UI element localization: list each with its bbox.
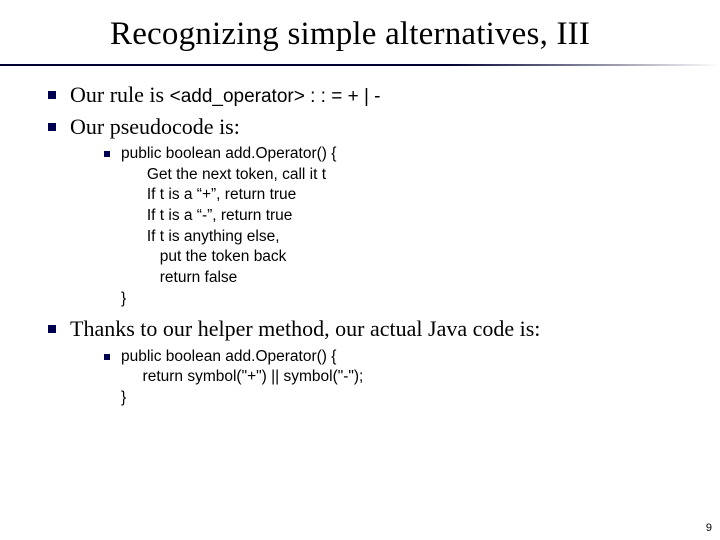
slide-body: Our rule is <add_operator> : : = + | - O… [0,59,720,408]
pseudocode-text: public boolean add.Operator() { Get the … [121,144,336,309]
pseudocode-block: public boolean add.Operator() { Get the … [48,144,690,309]
square-bullet-icon [104,151,110,157]
slide-title: Recognizing simple alternatives, III [0,0,720,59]
page-number: 9 [706,522,712,534]
java-block: public boolean add.Operator() { return s… [48,347,690,409]
bullet-pseudo-intro-text: Our pseudocode is: [70,113,690,141]
java-text: public boolean add.Operator() { return s… [121,347,363,409]
square-bullet-icon [104,354,110,360]
pseudocode-item: public boolean add.Operator() { Get the … [104,144,690,309]
bullet-java-intro: Thanks to our helper method, our actual … [48,315,690,343]
bullet-rule-text: Our rule is <add_operator> : : = + | - [70,81,690,109]
bullet-java-intro-text: Thanks to our helper method, our actual … [70,315,690,343]
bullet-rule: Our rule is <add_operator> : : = + | - [48,81,690,109]
bullet-rule-prefix: Our rule is [70,82,170,107]
square-bullet-icon [48,91,56,99]
square-bullet-icon [48,325,56,333]
slide: Recognizing simple alternatives, III Our… [0,0,720,540]
square-bullet-icon [48,123,56,131]
bullet-rule-grammar: <add_operator> : : = + | - [170,86,381,107]
title-underline [0,64,720,66]
java-item: public boolean add.Operator() { return s… [104,347,690,409]
bullet-pseudo-intro: Our pseudocode is: [48,113,690,141]
